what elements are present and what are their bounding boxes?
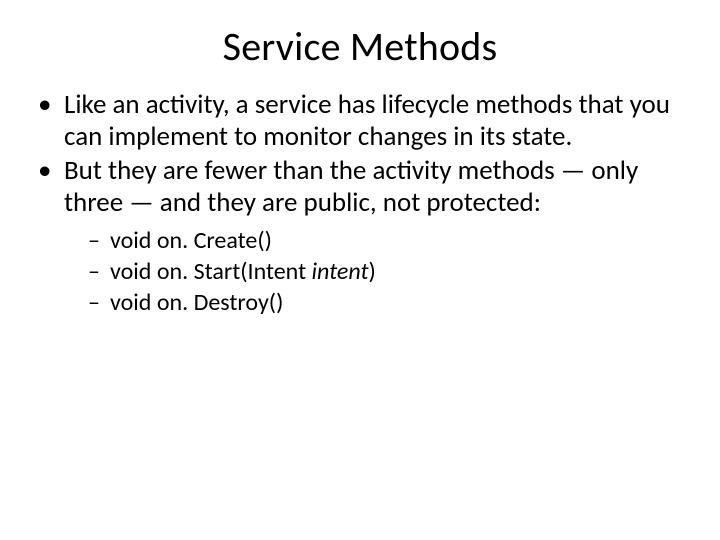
sub-bullet-item: void on. Create() [88, 226, 680, 256]
method-text: void on. Start(Intent [110, 257, 312, 286]
bullet-item: Like an activity, a service has lifecycl… [34, 89, 680, 153]
bullet-list: Like an activity, a service has lifecycl… [34, 89, 680, 318]
method-text: void on. Destroy() [110, 288, 283, 317]
slide-title: Service Methods [0, 0, 720, 89]
slide-body: Like an activity, a service has lifecycl… [0, 89, 720, 318]
slide: Service Methods Like an activity, a serv… [0, 0, 720, 540]
bullet-text: But they are fewer than the activity met… [64, 154, 638, 219]
method-text: ) [369, 257, 376, 286]
method-text: void on. Create() [110, 226, 272, 255]
method-param: intent [312, 257, 369, 286]
sub-bullet-item: void on. Destroy() [88, 288, 680, 318]
sub-bullet-item: void on. Start(Intent intent) [88, 257, 680, 287]
sub-bullet-list: void on. Create() void on. Start(Intent … [64, 226, 680, 318]
bullet-item: But they are fewer than the activity met… [34, 155, 680, 319]
